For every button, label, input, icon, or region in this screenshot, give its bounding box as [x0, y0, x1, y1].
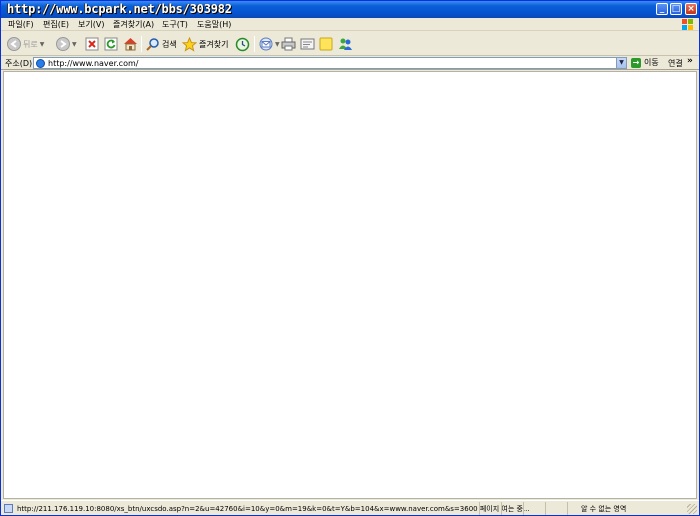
search-button[interactable]: 검색	[146, 34, 177, 54]
loading-page-icon	[4, 504, 13, 513]
stop-button[interactable]	[85, 34, 99, 54]
edit-page-icon	[300, 38, 315, 50]
forward-dropdown-icon[interactable]: ▼	[72, 41, 77, 48]
mail-dropdown-icon[interactable]: ▼	[275, 41, 280, 48]
page-content[interactable]	[3, 71, 697, 499]
messenger-icon	[339, 38, 352, 50]
status-bar: http://211.176.119.10:8080/xs_btn/uxcsdo…	[1, 500, 699, 515]
forward-button[interactable]: ▼	[56, 34, 77, 54]
browser-window: http://www.bcpark.net/bbs/303982 _ □ × 파…	[0, 0, 700, 516]
refresh-button[interactable]	[104, 34, 118, 54]
status-text: http://211.176.119.10:8080/xs_btn/uxcsdo…	[17, 505, 530, 513]
toolbar-separator	[141, 36, 142, 52]
menu-bar: 파일(F) 편집(E) 보기(V) 즐겨찾기(A) 도구(T) 도움말(H)	[1, 18, 699, 31]
menu-favorites[interactable]: 즐겨찾기(A)	[113, 19, 154, 30]
edit-button[interactable]	[300, 34, 315, 54]
back-arrow-icon	[7, 37, 21, 51]
go-arrow-icon: →	[631, 57, 641, 68]
security-zone: 알 수 없는 영역	[581, 505, 627, 513]
windows-logo-icon	[682, 19, 693, 30]
address-label: 주소(D)	[5, 59, 33, 68]
messenger-button[interactable]	[338, 34, 353, 54]
close-button[interactable]: ×	[685, 3, 697, 15]
stop-icon	[85, 37, 99, 51]
history-button[interactable]	[235, 34, 250, 54]
menu-file[interactable]: 파일(F)	[8, 19, 34, 30]
status-divider	[479, 502, 480, 515]
minimize-button[interactable]: _	[656, 3, 668, 15]
printer-icon	[281, 37, 296, 51]
status-divider	[567, 502, 568, 515]
menu-help[interactable]: 도움말(H)	[197, 19, 231, 30]
links-chevron-icon[interactable]: »	[687, 56, 693, 66]
status-divider	[545, 502, 546, 515]
address-url[interactable]: http://www.naver.com/	[48, 59, 138, 68]
search-icon	[146, 38, 159, 51]
status-divider	[523, 502, 524, 515]
maximize-button[interactable]: □	[670, 3, 682, 15]
home-icon	[124, 38, 137, 51]
status-divider	[501, 502, 502, 515]
refresh-icon	[104, 37, 118, 51]
links-toolbar[interactable]: 연결	[668, 58, 683, 69]
window-title: http://www.bcpark.net/bbs/303982	[7, 2, 232, 16]
discuss-button[interactable]	[319, 34, 333, 54]
favorites-star-icon	[182, 36, 197, 52]
menu-view[interactable]: 보기(V)	[78, 19, 104, 30]
print-button[interactable]	[281, 34, 296, 54]
back-dropdown-icon[interactable]: ▼	[40, 41, 45, 48]
go-button[interactable]: → 이동	[631, 57, 659, 68]
title-bar[interactable]: http://www.bcpark.net/bbs/303982 _ □ ×	[1, 1, 699, 18]
home-button[interactable]	[123, 34, 138, 54]
mail-button[interactable]: ▼	[259, 34, 280, 54]
go-label: 이동	[644, 58, 659, 67]
back-label: 뒤로	[23, 39, 38, 49]
address-input[interactable]: http://www.naver.com/ ▼	[33, 57, 627, 69]
favorites-button[interactable]: 즐겨찾기	[182, 34, 228, 54]
menu-tools[interactable]: 도구(T)	[162, 19, 188, 30]
toolbar-separator	[254, 36, 255, 52]
note-icon	[319, 37, 333, 51]
history-icon	[235, 37, 250, 51]
search-label: 검색	[162, 39, 177, 49]
address-bar: 주소(D) http://www.naver.com/ ▼ → 이동 연결 »	[1, 56, 699, 70]
favorites-label: 즐겨찾기	[199, 39, 229, 49]
mail-icon	[259, 37, 273, 51]
standard-toolbar: 뒤로 ▼ ▼ 검색 즐겨찾기 ▼	[1, 32, 699, 56]
back-button[interactable]: 뒤로 ▼	[7, 34, 44, 54]
menu-edit[interactable]: 편집(E)	[43, 19, 69, 30]
resize-grip-icon[interactable]	[687, 504, 697, 514]
address-dropdown-icon[interactable]: ▼	[616, 58, 626, 68]
forward-arrow-icon	[56, 37, 70, 51]
page-favicon-icon	[36, 59, 45, 68]
